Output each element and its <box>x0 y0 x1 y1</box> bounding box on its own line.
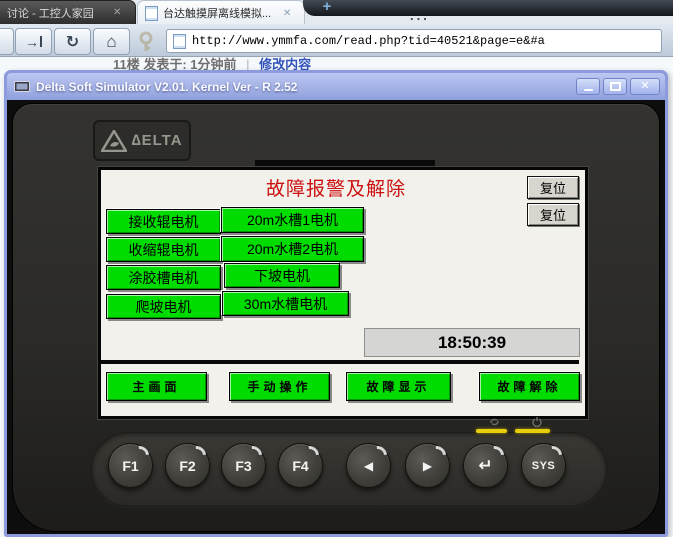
back-button[interactable] <box>0 28 14 55</box>
nav-button-fault-display[interactable]: 故障显示 <box>346 372 451 401</box>
screen-divider <box>101 360 579 364</box>
new-tab-button[interactable]: + <box>318 0 336 15</box>
monitor-icon <box>14 81 30 93</box>
tab-forum[interactable]: 讨论 - 工控人家园 ✕ <box>0 0 136 25</box>
close-icon[interactable]: ✕ <box>113 7 121 18</box>
refresh-icon: ↻ <box>66 32 79 52</box>
browser-toolbar: → ↻ ⌂ http://www.ymmfa.com/read.php?tid=… <box>0 24 673 57</box>
minimize-button[interactable] <box>576 78 600 95</box>
go-arrow-icon: → <box>25 34 39 50</box>
home-button[interactable]: ⌂ <box>93 28 130 55</box>
tab-forum-label: 讨论 - 工控人家园 <box>7 5 111 21</box>
key-f1-label: F1 <box>122 458 138 474</box>
delta-logo-text: ∆ELTA <box>131 132 182 149</box>
key-sys-label: SYS <box>532 460 556 472</box>
address-bar[interactable]: http://www.ymmfa.com/read.php?tid=40521&… <box>166 29 662 53</box>
screen-root: 讨论 - 工控人家园 ✕ 台达触摸屏离线模拟... ✕ + ... → ↻ ⌂ <box>0 0 673 537</box>
motor-button-glue-tank[interactable]: 涂胶槽电机 <box>106 265 221 290</box>
motor-button-climb[interactable]: 爬坡电机 <box>106 294 221 319</box>
key-f2[interactable]: F2 <box>165 443 210 488</box>
minimize-icon <box>584 89 593 91</box>
right-arrow-icon: ▶ <box>423 459 432 473</box>
close-icon: ✕ <box>640 80 649 93</box>
simulator-window: Delta Soft Simulator V2.01. Kernel Ver -… <box>4 70 668 537</box>
home-icon: ⌂ <box>106 32 116 52</box>
maximize-icon <box>610 82 621 91</box>
delta-triangle-icon <box>101 130 127 152</box>
delta-logo: ∆ELTA <box>93 120 191 161</box>
nav-button-fault-release[interactable]: 故障解除 <box>479 372 580 401</box>
window-title: Delta Soft Simulator V2.01. Kernel Ver -… <box>36 80 297 94</box>
nav-button-main-screen[interactable]: 主画面 <box>106 372 207 401</box>
motor-button-20m-tank1[interactable]: 20m水槽1电机 <box>221 207 364 233</box>
key-f1[interactable]: F1 <box>108 443 153 488</box>
go-bar-icon <box>40 36 42 47</box>
clock-display: 18:50:39 <box>364 328 580 357</box>
document-icon <box>145 6 158 21</box>
maximize-button[interactable] <box>603 78 627 95</box>
key-right-arrow[interactable]: ▶ <box>405 443 450 488</box>
key-enter[interactable]: ↵ <box>463 443 508 488</box>
backlight-led <box>476 429 507 433</box>
motor-button-shrink-roller[interactable]: 收缩辊电机 <box>106 237 221 262</box>
document-icon <box>173 34 186 49</box>
window-controls: ✕ <box>573 78 660 95</box>
motor-button-receive-roller[interactable]: 接收辊电机 <box>106 209 221 234</box>
power-led <box>515 429 550 433</box>
tab-simulator[interactable]: 台达触摸屏离线模拟... ✕ <box>137 0 305 25</box>
screen-title: 故障报警及解除 <box>216 174 456 201</box>
close-icon[interactable]: ✕ <box>283 8 291 19</box>
key-f4-label: F4 <box>292 458 308 474</box>
key-icon[interactable] <box>134 30 158 54</box>
tab-bar-overflow-area <box>303 0 673 16</box>
window-content: ∆ELTA 故障报警及解除 复位 复位 接收辊电机 收缩辊电机 涂胶槽电机 爬坡… <box>7 100 665 534</box>
enter-icon: ↵ <box>478 456 492 476</box>
motor-button-downhill[interactable]: 下坡电机 <box>224 263 340 288</box>
motor-button-20m-tank2[interactable]: 20m水槽2电机 <box>221 236 364 262</box>
close-button[interactable]: ✕ <box>630 78 660 95</box>
refresh-button[interactable]: ↻ <box>54 28 91 55</box>
left-arrow-icon: ◀ <box>364 459 373 473</box>
tab-simulator-label: 台达触摸屏离线模拟... <box>163 5 281 21</box>
key-f3-label: F3 <box>235 458 251 474</box>
reset-button-1[interactable]: 复位 <box>527 176 579 199</box>
nav-button-manual[interactable]: 手动操作 <box>229 372 330 401</box>
key-f3[interactable]: F3 <box>221 443 266 488</box>
key-left-arrow[interactable]: ◀ <box>346 443 391 488</box>
overflow-dots-icon: ... <box>410 8 430 23</box>
key-sys[interactable]: SYS <box>521 443 566 488</box>
go-button[interactable]: → <box>15 28 52 55</box>
motor-button-30m-tank[interactable]: 30m水槽电机 <box>222 291 349 316</box>
hmi-screen: 故障报警及解除 复位 复位 接收辊电机 收缩辊电机 涂胶槽电机 爬坡电机 20m… <box>98 167 588 419</box>
window-titlebar: Delta Soft Simulator V2.01. Kernel Ver -… <box>7 73 665 100</box>
reset-button-2[interactable]: 复位 <box>527 203 579 226</box>
url-text: http://www.ymmfa.com/read.php?tid=40521&… <box>192 34 545 48</box>
browser-tab-bar: 讨论 - 工控人家园 ✕ 台达触摸屏离线模拟... ✕ + ... <box>0 0 673 24</box>
key-f4[interactable]: F4 <box>278 443 323 488</box>
key-f2-label: F2 <box>179 458 195 474</box>
